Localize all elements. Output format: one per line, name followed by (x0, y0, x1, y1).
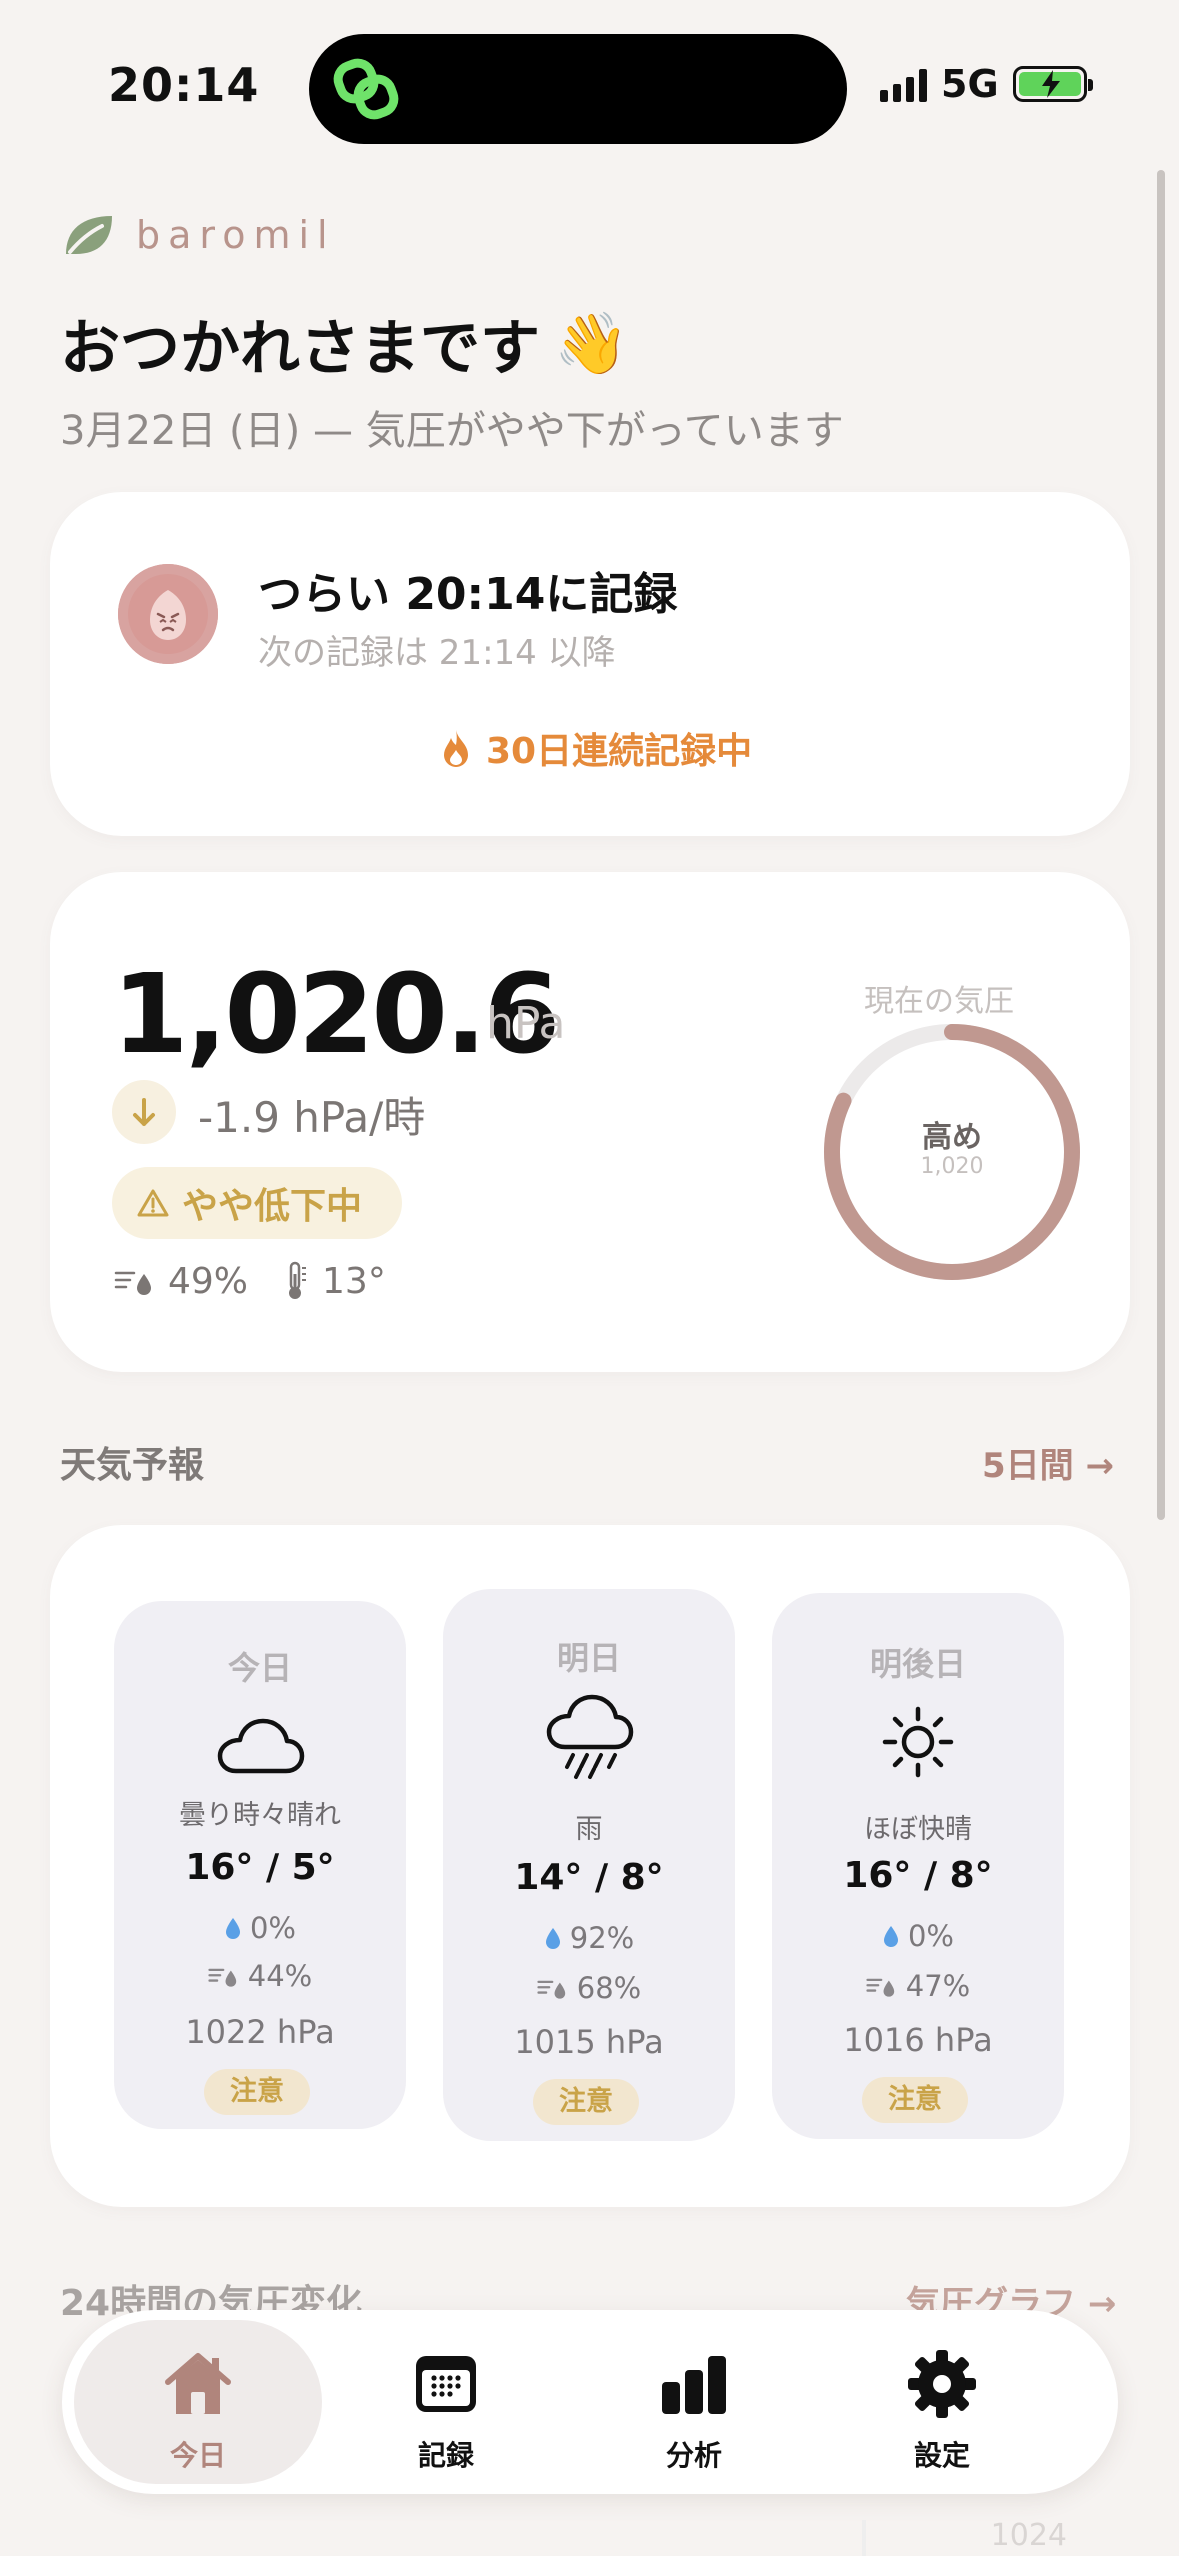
humidity-value: 44% (247, 1959, 313, 1993)
humidity-icon (537, 1980, 565, 1999)
battery-icon (1012, 66, 1093, 102)
page-title: おつかれさまです 👋 (60, 300, 629, 387)
thermometer-icon (289, 1261, 307, 1299)
brand: baromil (62, 212, 336, 258)
sun-icon (882, 1706, 954, 1778)
leaf-icon (66, 216, 112, 254)
tab-label: 設定 (913, 2439, 970, 2472)
rain-value: 0% (907, 1919, 954, 1953)
pressure-alert-badge: やや低下中 (112, 1167, 403, 1239)
gauge-level: 高め (922, 1120, 982, 1155)
tab-settings[interactable]: 設定 (818, 2320, 1066, 2484)
caution-badge: 注意 (862, 2077, 968, 2123)
tab-bar: 今日 記録 分析 設定 (62, 2310, 1118, 2494)
chart-peek-value: 1024 (990, 2518, 1067, 2553)
environment-readings: 49% 13° (114, 1260, 386, 1302)
temp-range: 16° / 5° (185, 1847, 335, 1888)
raindrop-icon (883, 1926, 898, 1947)
humidity-icon (114, 1271, 151, 1295)
humidity: 47% (772, 1969, 1064, 2003)
pressure-forecast: 1015 hPa (514, 2023, 664, 2061)
day-label: 明後日 (869, 1645, 966, 1683)
wave-emoji-icon: 👋 (554, 309, 629, 379)
day-label: 今日 (227, 1649, 292, 1687)
network-type: 5G (941, 62, 999, 106)
temperature-value: 13° (322, 1260, 386, 1302)
rain-value: 92% (569, 1921, 635, 1955)
alert-text: やや低下中 (182, 1186, 363, 1227)
humidity: 68% (443, 1971, 735, 2005)
tab-analysis[interactable]: 分析 (570, 2320, 818, 2484)
temp-range: 14° / 8° (514, 1857, 664, 1898)
warning-icon (137, 1189, 169, 1217)
arrow-down-icon (112, 1080, 176, 1144)
pressure-unit: hPa (486, 998, 566, 1049)
humidity: 44% (114, 1959, 406, 1993)
forecast-card: 今日 曇り時々晴れ 16° / 5° 0% 44% 1022 hPa 注意 明日… (50, 1525, 1130, 2207)
brand-name: baromil (136, 213, 336, 257)
caution-badge: 注意 (204, 2069, 310, 2115)
rain-chance: 0% (772, 1919, 1064, 1953)
rain-value: 0% (249, 1911, 296, 1945)
humidity-icon (866, 1978, 894, 1997)
log-title: つらい 20:14に記録 (258, 569, 678, 620)
date-subtitle: 3月22日 (日) — 気圧がやや下がっています (60, 408, 844, 454)
forecast-title: 天気予報 (60, 1445, 205, 1486)
calendar-icon (416, 2356, 476, 2412)
humidity-value: 49% (168, 1260, 249, 1302)
humidity-value: 68% (576, 1971, 642, 2005)
temp-range: 16° / 8° (843, 1855, 993, 1896)
raindrop-icon (225, 1918, 240, 1939)
pressure-card[interactable]: 1,020.6 hPa -1.9 hPa/時 やや低下中 49% 13° 現在の… (50, 872, 1130, 1372)
tab-label: 今日 (169, 2439, 226, 2472)
gauge-value: 1,020 (920, 1154, 984, 1179)
forecast-day-tomorrow[interactable]: 明日 雨 14° / 8° 92% 68% 1015 hPa 注意 (443, 1589, 735, 2141)
home-icon (165, 2353, 231, 2414)
streak-badge: 30日連続記録中 (440, 722, 752, 774)
signal-icon (880, 66, 927, 102)
humidity-icon (208, 1968, 236, 1987)
pressure-trend: -1.9 hPa/時 (198, 1093, 426, 1142)
scroll-indicator[interactable] (1157, 170, 1165, 1520)
pressure-forecast: 1016 hPa (843, 2021, 993, 2059)
humidity-value: 47% (905, 1969, 971, 2003)
pressure-forecast: 1022 hPa (185, 2013, 335, 2051)
gear-icon (908, 2350, 976, 2418)
greeting-text: おつかれさまです (60, 314, 540, 384)
forecast-day-after-tomorrow[interactable]: 明後日 ほぼ快晴 16° / 8° 0% 47% 1016 hPa 注意 (772, 1593, 1064, 2139)
status-bar: 20:14 5G (0, 0, 1179, 170)
mood-log-card[interactable]: つらい 20:14に記録 次の記録は 21:14 以降 30日連続記録中 (50, 492, 1130, 836)
raindrop-icon (545, 1928, 560, 1949)
mood-face-icon (118, 564, 218, 664)
status-indicators: 5G (880, 62, 1093, 106)
weather-desc: 曇り時々晴れ (179, 1800, 341, 1831)
rain-chance: 92% (443, 1921, 735, 1955)
rain-chance: 0% (114, 1911, 406, 1945)
chart-peek-line (862, 2520, 866, 2556)
caution-badge: 注意 (533, 2079, 639, 2125)
weather-desc: 雨 (575, 1814, 603, 1845)
forecast-5day-link[interactable]: 5日間 → (982, 1438, 1114, 1487)
forecast-day-today[interactable]: 今日 曇り時々晴れ 16° / 5° 0% 44% 1022 hPa 注意 (114, 1601, 406, 2129)
tab-records[interactable]: 記録 (322, 2320, 570, 2484)
dynamic-island (309, 34, 847, 144)
status-time: 20:14 (108, 58, 260, 112)
tab-label: 分析 (665, 2439, 722, 2472)
bar-chart-icon (662, 2356, 726, 2414)
tab-label: 記録 (417, 2439, 474, 2472)
rain-cloud-icon (546, 1694, 634, 1779)
next-log-time: 次の記録は 21:14 以降 (258, 633, 616, 673)
cloud-icon (217, 1718, 305, 1774)
flame-icon (444, 730, 468, 767)
link-activity-icon (333, 58, 399, 120)
tab-today[interactable]: 今日 (74, 2320, 322, 2484)
day-label: 明日 (556, 1639, 621, 1677)
streak-text: 30日連続記録中 (486, 731, 753, 772)
weather-desc: ほぼ快晴 (864, 1814, 972, 1845)
